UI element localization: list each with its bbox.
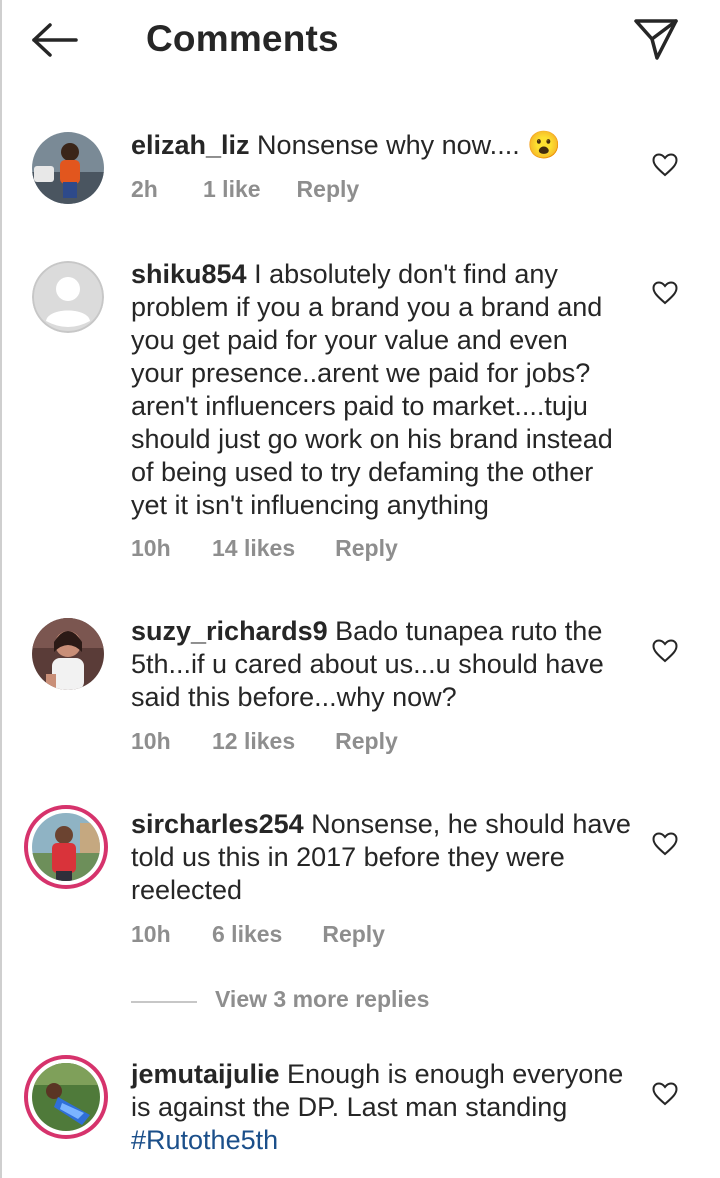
avatar (32, 813, 100, 881)
comment-time: 10h (131, 535, 171, 561)
hashtag-link[interactable]: #Rutothe5th (131, 1125, 278, 1155)
avatar-photo (32, 132, 104, 204)
comment-username[interactable]: sircharles254 (131, 809, 304, 839)
page-title: Comments (146, 18, 339, 59)
like-heart-icon[interactable] (652, 153, 678, 177)
comment-username[interactable]: elizah_liz (131, 130, 250, 160)
comment-body: I absolutely don't find any problem if y… (131, 259, 613, 520)
avatar-photo (32, 618, 104, 690)
comment-time: 10h (131, 728, 171, 754)
avatar-story-ring[interactable] (24, 805, 108, 889)
comment-text: jemutaijulie Enough is enough everyone i… (131, 1058, 631, 1157)
avatar[interactable] (32, 132, 104, 204)
reply-button[interactable]: Reply (297, 176, 360, 203)
avatar-story-ring[interactable] (24, 1055, 108, 1139)
comment-text: elizah_liz Nonsense why now.... 😮 (131, 129, 631, 162)
back-arrow-icon (32, 23, 78, 57)
reply-button[interactable]: Reply (335, 535, 398, 562)
default-avatar-icon (32, 261, 104, 333)
comment-username[interactable]: jemutaijulie (131, 1059, 280, 1089)
like-heart-icon[interactable] (652, 639, 678, 663)
comment-likes[interactable]: 1 like (203, 176, 261, 203)
paper-plane-icon (634, 19, 678, 60)
comment-likes[interactable]: 14 likes (212, 535, 295, 562)
avatar[interactable] (32, 261, 104, 333)
comment-username[interactable]: suzy_richards9 (131, 616, 328, 646)
comment-meta: 10h 12 likes Reply (131, 728, 398, 755)
reply-button[interactable]: Reply (335, 728, 398, 755)
header-bar: Comments (0, 0, 720, 80)
like-heart-icon[interactable] (652, 281, 678, 305)
like-heart-icon[interactable] (652, 1082, 678, 1106)
avatar-photo (32, 813, 100, 881)
surprised-emoji: 😮 (527, 130, 561, 160)
view-more-replies-label: View 3 more replies (215, 986, 430, 1012)
comment-meta: 2h 1 like Reply (131, 176, 359, 203)
like-heart-icon[interactable] (652, 832, 678, 856)
comment-text: shiku854 I absolutely don't find any pro… (131, 258, 625, 522)
reply-button[interactable]: Reply (322, 921, 385, 948)
comment-meta: 10h 6 likes Reply (131, 921, 385, 948)
comment-text: sircharles254 Nonsense, he should have t… (131, 808, 631, 907)
replies-divider-line (131, 1001, 197, 1003)
left-edge-divider (0, 0, 2, 1178)
avatar-photo (32, 1063, 100, 1131)
comment-time: 10h (131, 921, 171, 947)
comment-likes[interactable]: 12 likes (212, 728, 295, 755)
comment-meta: 10h 14 likes Reply (131, 535, 398, 562)
comment-likes[interactable]: 6 likes (212, 921, 282, 948)
back-button[interactable] (30, 22, 80, 58)
comment-time: 2h (131, 176, 158, 202)
comment-username[interactable]: shiku854 (131, 259, 247, 289)
avatar[interactable] (32, 618, 104, 690)
comment-text: suzy_richards9 Bado tunapea ruto the 5th… (131, 615, 631, 714)
avatar (32, 1063, 100, 1131)
comment-body: Nonsense why now.... (249, 130, 528, 160)
share-button[interactable] (633, 17, 679, 61)
